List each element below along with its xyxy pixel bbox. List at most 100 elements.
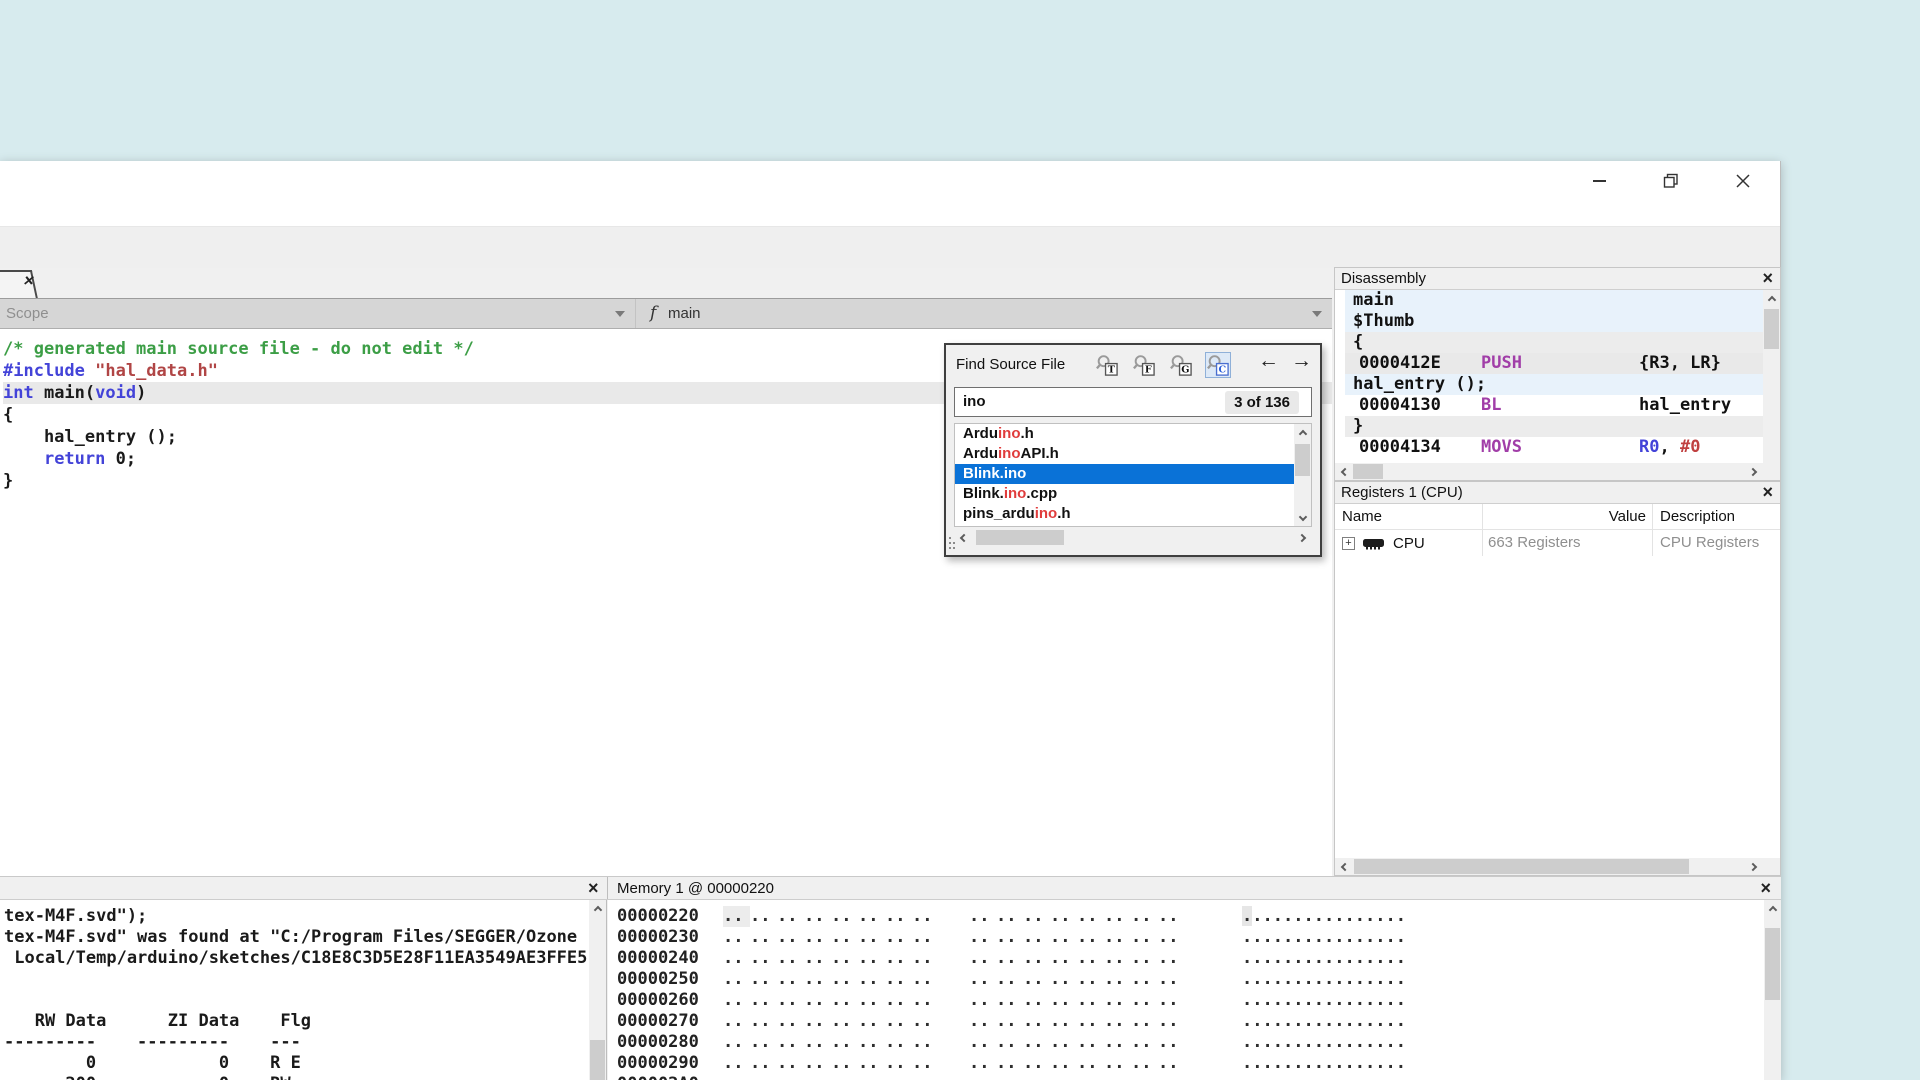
memory-address: 00000280: [617, 1032, 723, 1053]
disassembly-panel: Disassembly × main$Thumb{0000412EPUSH{R3…: [1334, 267, 1781, 481]
console-body[interactable]: tex-M4F.svd");tex-M4F.svd" was found at …: [0, 900, 607, 1080]
disassembly-line[interactable]: {: [1345, 332, 1763, 353]
search-filter-f-icon[interactable]: F: [1131, 352, 1157, 378]
scroll-down-icon[interactable]: [1294, 509, 1311, 526]
memory-row[interactable]: 00000280................................…: [617, 1032, 1764, 1053]
memory-vertical-scrollbar[interactable]: [1764, 900, 1781, 1080]
memory-row[interactable]: 00000290................................…: [617, 1053, 1764, 1074]
console-line: --------- --------- ---: [4, 1032, 606, 1053]
scrollbar-thumb[interactable]: [1295, 444, 1310, 476]
memory-address: 00000250: [617, 969, 723, 990]
memory-body[interactable]: 00000220................................…: [608, 900, 1764, 1080]
resize-grip[interactable]: [949, 537, 957, 551]
column-description[interactable]: Description: [1653, 504, 1780, 529]
restore-button[interactable]: [1660, 170, 1682, 192]
console-line: tex-M4F.svd" was found at "C:/Program Fi…: [4, 927, 606, 948]
scrollbar-thumb[interactable]: [590, 1040, 605, 1080]
minimize-button[interactable]: [1588, 170, 1610, 192]
disassembly-line[interactable]: }: [1345, 416, 1763, 437]
memory-ascii: ................: [1242, 1011, 1406, 1031]
disassembly-line[interactable]: 0000412EPUSH{R3, LR}: [1345, 353, 1763, 374]
scroll-right-icon[interactable]: [1295, 529, 1312, 546]
find-nav-arrows: ← →: [1258, 349, 1312, 373]
disassembly-line[interactable]: 00004134MOVSR0, #0: [1345, 437, 1763, 458]
svg-text:C: C: [1219, 364, 1227, 375]
console-line: 200 0 RW: [4, 1074, 606, 1080]
scroll-right-icon[interactable]: [1746, 858, 1763, 875]
scroll-up-icon[interactable]: [1294, 424, 1311, 441]
scroll-left-icon[interactable]: [1335, 858, 1352, 875]
scroll-up-icon[interactable]: [589, 900, 606, 917]
column-name[interactable]: Name: [1335, 504, 1483, 529]
find-result-item[interactable]: ArduinoAPI.h: [955, 444, 1311, 464]
editor-tab-bar: ×: [0, 268, 1332, 299]
close-button[interactable]: [1732, 170, 1754, 192]
search-filter-g-icon[interactable]: G: [1168, 352, 1194, 378]
find-result-item[interactable]: Arduino.h: [955, 424, 1311, 444]
registers-close-button[interactable]: ×: [1762, 482, 1773, 502]
register-group-value: 663 Registers: [1483, 530, 1653, 556]
scrollbar-thumb[interactable]: [976, 530, 1064, 545]
disassembly-vertical-scrollbar[interactable]: [1763, 290, 1780, 463]
scroll-up-icon[interactable]: [1763, 290, 1780, 307]
console-close-button[interactable]: ×: [588, 878, 599, 898]
bottom-panel-header-strip: × Memory 1 @ 00000220 ×: [0, 876, 1781, 900]
scroll-right-icon[interactable]: [1746, 463, 1763, 480]
disassembly-line[interactable]: $Thumb: [1345, 311, 1763, 332]
disassembly-line[interactable]: hal_entry ();: [1345, 374, 1763, 395]
registers-column-header[interactable]: Name Value Description: [1335, 504, 1780, 530]
app-window: × Scope f main /* generated main source …: [0, 161, 1781, 1080]
memory-row[interactable]: 00000250................................…: [617, 969, 1764, 990]
scope-bar: Scope f main: [0, 299, 1332, 329]
list-horizontal-scrollbar[interactable]: [954, 529, 1312, 546]
dialog-title: Find Source File: [956, 356, 1065, 373]
function-dropdown[interactable]: f main: [636, 299, 1332, 328]
memory-close-button[interactable]: ×: [1760, 878, 1771, 898]
next-match-button[interactable]: →: [1291, 349, 1312, 373]
disassembly-line[interactable]: main: [1345, 290, 1763, 311]
memory-ascii: ................: [1242, 927, 1406, 947]
scroll-up-icon[interactable]: [1764, 900, 1781, 917]
find-result-item[interactable]: pins_arduino.h: [955, 504, 1311, 524]
memory-row[interactable]: 000002A0................................…: [617, 1074, 1764, 1080]
memory-ascii: ................: [1242, 990, 1406, 1010]
find-result-item[interactable]: Blink.ino.cpp: [955, 484, 1311, 504]
previous-match-button[interactable]: ←: [1258, 349, 1279, 373]
memory-row[interactable]: 00000270................................…: [617, 1011, 1764, 1032]
console-vertical-scrollbar[interactable]: [589, 900, 606, 1080]
memory-row[interactable]: 00000220................................…: [617, 906, 1764, 927]
memory-row[interactable]: 00000260................................…: [617, 990, 1764, 1011]
find-result-item[interactable]: Blink.ino: [955, 464, 1311, 484]
scrollbar-thumb[interactable]: [1353, 464, 1383, 479]
registers-horizontal-scrollbar[interactable]: [1335, 858, 1763, 875]
find-filter-buttons: TFG C: [1094, 352, 1231, 378]
column-value[interactable]: Value: [1483, 504, 1653, 529]
console-line: RW Data ZI Data Flg: [4, 1011, 606, 1032]
scroll-left-icon[interactable]: [1335, 463, 1352, 480]
disassembly-line[interactable]: 00004130BLhal_entry: [1345, 395, 1763, 416]
expand-icon[interactable]: +: [1342, 537, 1355, 550]
find-source-file-dialog: Find Source File TFG C ← → ino 3 of 136 A…: [944, 343, 1322, 557]
memory-address: 00000260: [617, 990, 723, 1011]
registers-panel-header[interactable]: Registers 1 (CPU) ×: [1335, 482, 1780, 504]
console-line: 0 0 R E: [4, 1053, 606, 1074]
chevron-down-icon: [1312, 311, 1322, 317]
memory-ascii: ................: [1242, 1074, 1406, 1080]
disassembly-close-button[interactable]: ×: [1762, 268, 1773, 288]
registers-panel: Registers 1 (CPU) × Name Value Descripti…: [1334, 481, 1781, 876]
list-vertical-scrollbar[interactable]: [1294, 424, 1311, 526]
scope-dropdown[interactable]: Scope: [0, 299, 636, 328]
table-row[interactable]: + CPU 663 Registers CPU Registers: [1335, 530, 1780, 556]
search-filter-c-icon[interactable]: C: [1205, 352, 1231, 378]
scrollbar-thumb[interactable]: [1354, 859, 1689, 874]
disassembly-horizontal-scrollbar[interactable]: [1335, 463, 1763, 480]
memory-row[interactable]: 00000230................................…: [617, 927, 1764, 948]
search-input[interactable]: ino 3 of 136: [954, 387, 1312, 417]
search-filter-t-icon[interactable]: T: [1094, 352, 1120, 378]
memory-row[interactable]: 00000240................................…: [617, 948, 1764, 969]
match-count-badge: 3 of 136: [1225, 391, 1299, 414]
disassembly-panel-header[interactable]: Disassembly ×: [1335, 268, 1780, 290]
title-bar[interactable]: [0, 161, 1780, 226]
scrollbar-thumb[interactable]: [1764, 309, 1779, 349]
scrollbar-thumb[interactable]: [1765, 928, 1780, 1000]
